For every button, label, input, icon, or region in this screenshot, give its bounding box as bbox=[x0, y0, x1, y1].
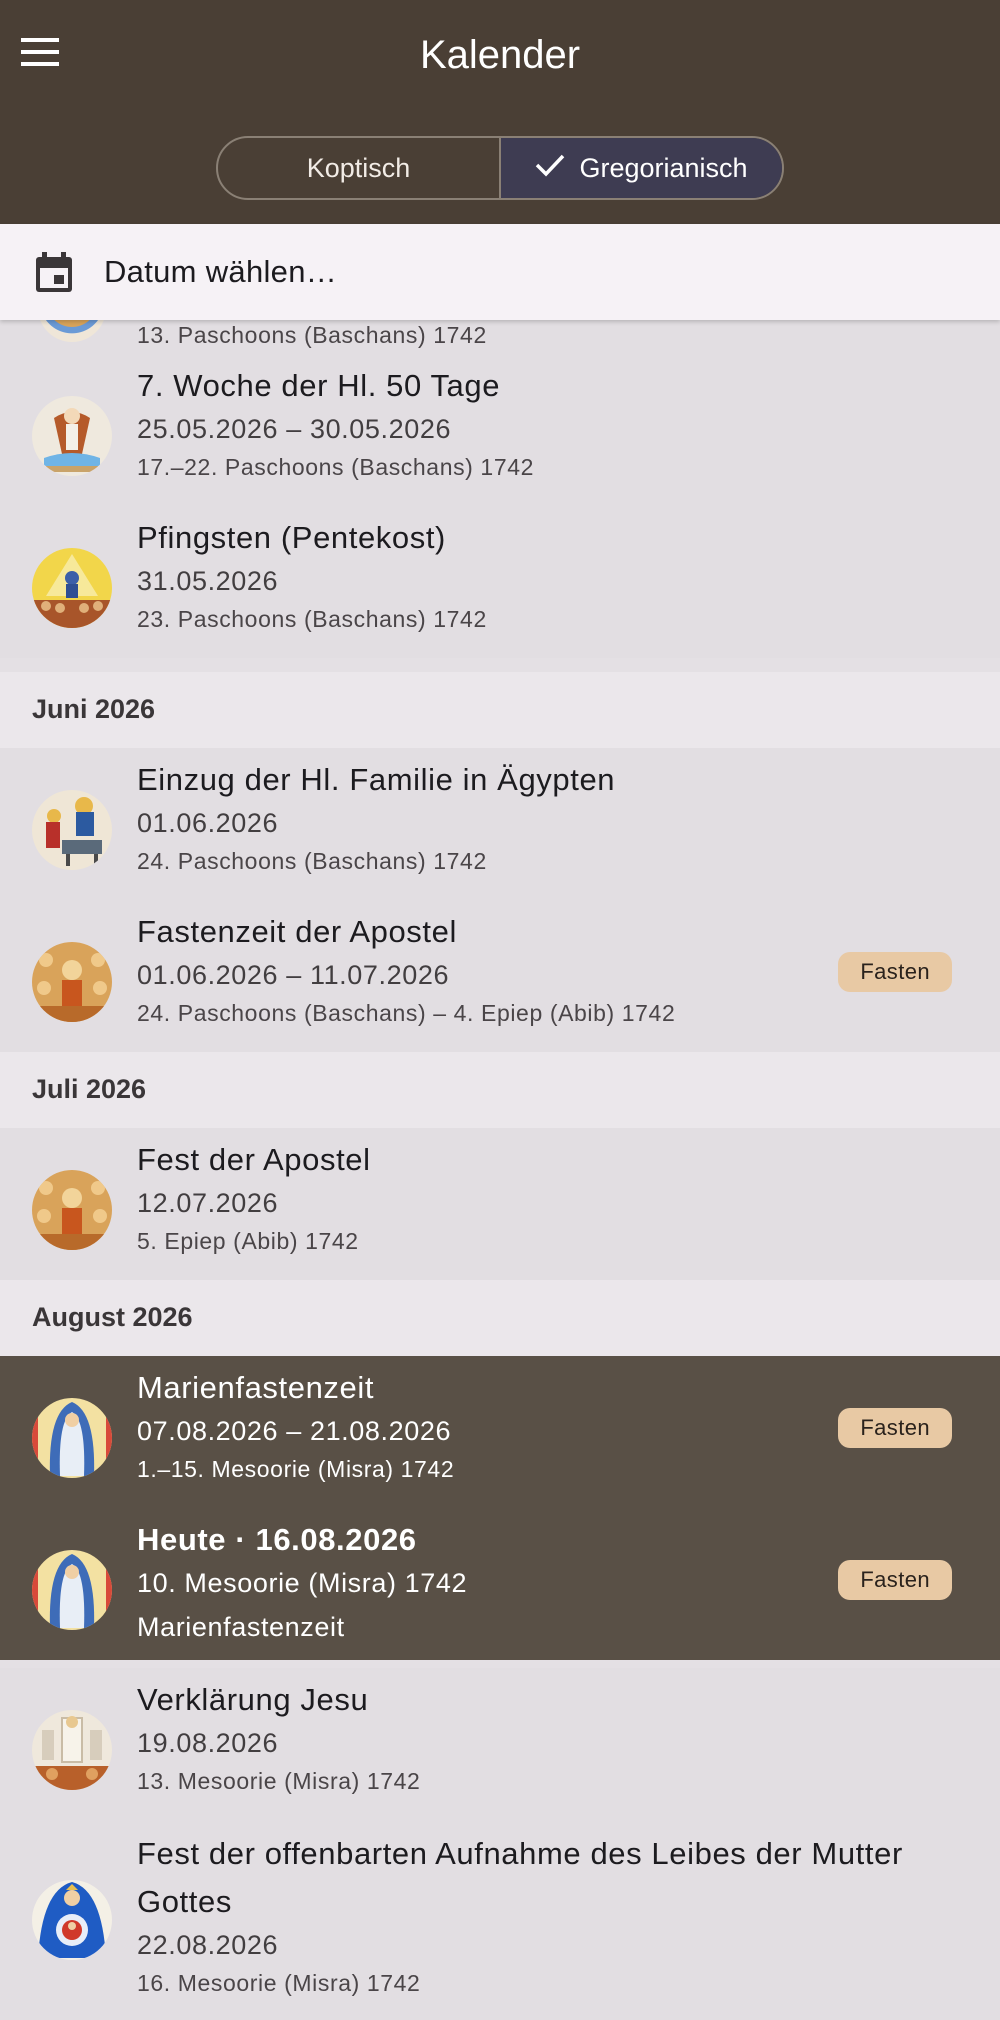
today-title: Heute · 16.08.2026 bbox=[137, 1522, 417, 1557]
item-date: 12.07.2026 bbox=[137, 1188, 279, 1218]
checkmark-icon bbox=[535, 153, 565, 184]
item-date: 19.08.2026 bbox=[137, 1728, 279, 1758]
month-header-label: August 2026 bbox=[32, 1302, 193, 1332]
coptic-date: 5. Epiep (Abib) 1742 bbox=[137, 1228, 359, 1254]
segment-label: Gregorianisch bbox=[579, 152, 748, 183]
mother-of-god-icon bbox=[32, 1880, 112, 1960]
apostles-icon bbox=[32, 1170, 112, 1250]
segment-koptisch[interactable]: Koptisch bbox=[218, 138, 499, 198]
list-item[interactable]: Marienfastenzeit 07.08.2026 – 21.08.2026… bbox=[0, 1356, 1000, 1508]
today-item[interactable]: Heute · 16.08.2026 10. Mesoorie (Misra) … bbox=[0, 1508, 1000, 1660]
list-item[interactable]: Fastenzeit der Apostel 01.06.2026 – 11.0… bbox=[0, 900, 1000, 1052]
current-fasting-group: Marienfastenzeit 07.08.2026 – 21.08.2026… bbox=[0, 1356, 1000, 1660]
item-title: Fest der Apostel bbox=[137, 1142, 371, 1177]
today-season: Marienfastenzeit bbox=[137, 1612, 345, 1642]
item-date: 01.06.2026 – 11.07.2026 bbox=[137, 960, 450, 990]
month-header: Juli 2026 bbox=[0, 1052, 1000, 1128]
list-item[interactable]: Verklärung Jesu 19.08.2026 13. Mesoorie … bbox=[0, 1668, 1000, 1820]
may-group: 7. Woche der Hl. 50 Tage 25.05.2026 – 30… bbox=[0, 354, 1000, 658]
date-picker-bar[interactable]: Datum wählen… bbox=[0, 224, 1000, 320]
list-item[interactable]: Fest der offenbarten Aufnahme des Leibes… bbox=[0, 1820, 1000, 2020]
list-item[interactable]: 13. Paschoons (Baschans) 1742 bbox=[0, 320, 1000, 354]
july-group: Fest der Apostel 12.07.2026 5. Epiep (Ab… bbox=[0, 1128, 1000, 1280]
item-title: Fest der offenbarten Aufnahme des Leibes… bbox=[137, 1836, 903, 1919]
segment-gregorianisch[interactable]: Gregorianisch bbox=[499, 138, 782, 198]
pentecost-icon bbox=[32, 548, 112, 628]
list-item[interactable]: 7. Woche der Hl. 50 Tage 25.05.2026 – 30… bbox=[0, 354, 1000, 506]
calendar-type-toggle: Koptisch Gregorianisch bbox=[216, 136, 784, 200]
item-date: 07.08.2026 – 21.08.2026 bbox=[137, 1416, 452, 1446]
item-date: 31.05.2026 bbox=[137, 566, 279, 596]
month-header: Juni 2026 bbox=[0, 672, 1000, 748]
list-item[interactable]: Einzug der Hl. Familie in Ägypten 01.06.… bbox=[0, 748, 1000, 900]
app-bar: Kalender Koptisch Gregorianisch bbox=[0, 0, 1000, 224]
coptic-date: 13. Paschoons (Baschans) 1742 bbox=[137, 322, 487, 348]
segment-label: Koptisch bbox=[306, 152, 411, 183]
item-title: Einzug der Hl. Familie in Ägypten bbox=[137, 762, 616, 797]
month-header: August 2026 bbox=[0, 1280, 1000, 1356]
item-date: 01.06.2026 bbox=[137, 808, 279, 838]
holy-family-icon bbox=[32, 790, 112, 870]
coptic-date: 24. Paschoons (Baschans) – 4. Epiep (Abi… bbox=[137, 1000, 676, 1026]
month-header-label: Juli 2026 bbox=[32, 1074, 147, 1104]
item-title: Pfingsten (Pentekost) bbox=[137, 520, 446, 555]
calendar-icon bbox=[34, 252, 74, 299]
item-title: Verklärung Jesu bbox=[137, 1682, 369, 1717]
item-date: 25.05.2026 – 30.05.2026 bbox=[137, 414, 452, 444]
june-group: Einzug der Hl. Familie in Ägypten 01.06.… bbox=[0, 748, 1000, 1052]
feast-icon bbox=[38, 320, 106, 342]
coptic-date: 24. Paschoons (Baschans) 1742 bbox=[137, 848, 487, 874]
august-group: Verklärung Jesu 19.08.2026 13. Mesoorie … bbox=[0, 1668, 1000, 2020]
coptic-date: 16. Mesoorie (Misra) 1742 bbox=[137, 1970, 421, 1996]
month-header-label: Juni 2026 bbox=[32, 694, 156, 724]
item-title: Fastenzeit der Apostel bbox=[137, 914, 457, 949]
date-picker-label: Datum wählen… bbox=[104, 254, 338, 289]
transfiguration-icon bbox=[32, 1710, 112, 1790]
item-date: 22.08.2026 bbox=[137, 1930, 279, 1960]
page-title: Kalender bbox=[419, 33, 581, 77]
coptic-date: 17.–22. Paschoons (Baschans) 1742 bbox=[137, 454, 534, 480]
jesus-ascension-icon bbox=[32, 396, 112, 476]
item-title: 7. Woche der Hl. 50 Tage bbox=[137, 368, 501, 403]
today-coptic-date: 10. Mesoorie (Misra) 1742 bbox=[137, 1568, 468, 1598]
virgin-mary-icon bbox=[32, 1550, 112, 1630]
fasting-badge: Fasten bbox=[838, 1408, 952, 1448]
fasting-badge: Fasten bbox=[838, 952, 952, 992]
item-title: Marienfastenzeit bbox=[137, 1370, 375, 1405]
list-item[interactable]: Fest der Apostel 12.07.2026 5. Epiep (Ab… bbox=[0, 1128, 1000, 1280]
virgin-mary-icon bbox=[32, 1398, 112, 1478]
coptic-date: 23. Paschoons (Baschans) 1742 bbox=[137, 606, 487, 632]
apostles-icon bbox=[32, 942, 112, 1022]
fasting-badge: Fasten bbox=[838, 1560, 952, 1600]
list-item[interactable]: Pfingsten (Pentekost) 31.05.2026 23. Pas… bbox=[0, 506, 1000, 658]
coptic-date: 1.–15. Mesoorie (Misra) 1742 bbox=[137, 1456, 455, 1482]
coptic-date: 13. Mesoorie (Misra) 1742 bbox=[137, 1768, 421, 1794]
